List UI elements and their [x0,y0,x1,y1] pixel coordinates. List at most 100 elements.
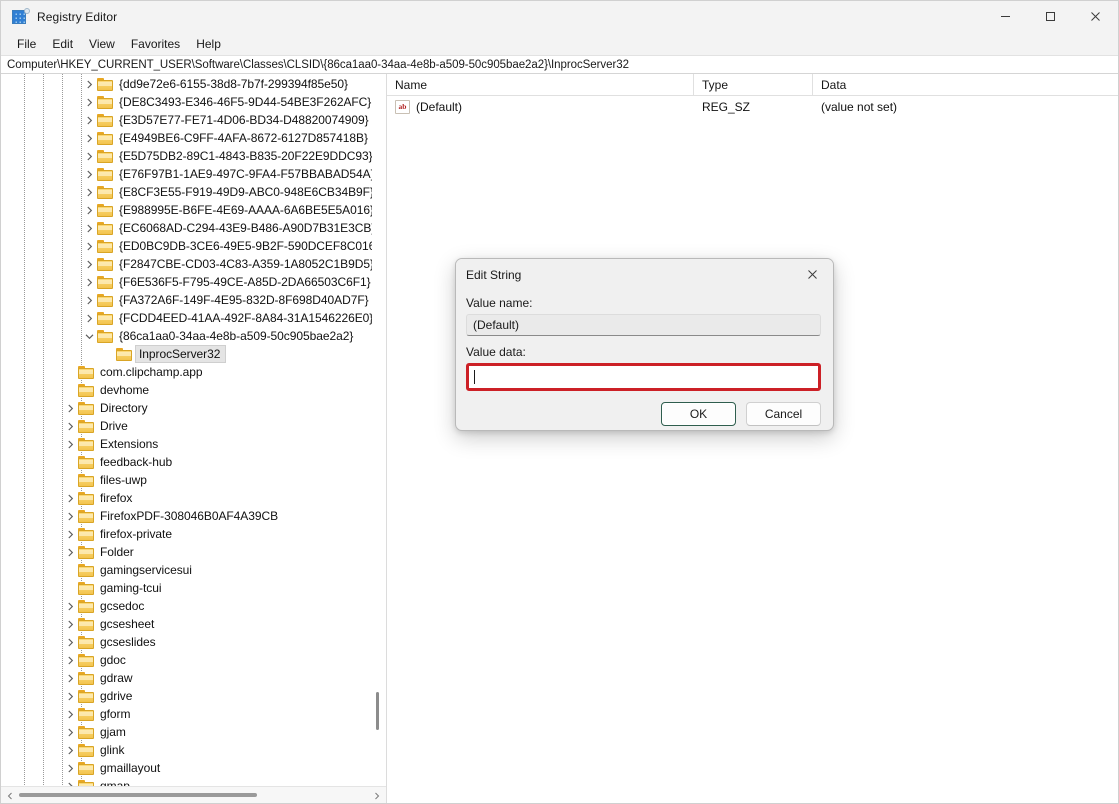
tree-item[interactable]: gamingservicesui [1,561,386,579]
tree-item[interactable]: gaming-tcui [1,579,386,597]
chevron-right-icon[interactable] [62,417,78,435]
tree-item-label: gform [100,707,131,721]
chevron-right-icon[interactable] [62,723,78,741]
folder-icon [116,347,133,361]
tree-item[interactable]: Extensions [1,435,386,453]
value-name-field[interactable]: (Default) [466,314,821,336]
dialog-close-button[interactable] [791,259,833,290]
maximize-button[interactable] [1028,1,1073,32]
chevron-right-icon[interactable] [62,399,78,417]
tree-item[interactable]: devhome [1,381,386,399]
column-header-name[interactable]: Name [387,74,694,95]
chevron-right-icon[interactable] [81,147,97,165]
chevron-right-icon[interactable] [62,543,78,561]
registry-editor-window: Registry Editor File Edit View Favorites… [0,0,1119,804]
tree-item[interactable]: {FA372A6F-149F-4E95-832D-8F698D40AD7F} [1,291,386,309]
close-button[interactable] [1073,1,1118,32]
menu-help[interactable]: Help [188,35,229,53]
tree-item[interactable]: {DE8C3493-E346-46F5-9D44-54BE3F262AFC} [1,93,386,111]
chevron-right-icon[interactable] [62,687,78,705]
tree-item-selected[interactable]: InprocServer32 [1,345,386,363]
tree-item[interactable]: gmap [1,777,386,786]
chevron-right-icon[interactable] [81,309,97,327]
tree-item[interactable]: gmaillayout [1,759,386,777]
chevron-right-icon[interactable] [81,237,97,255]
tree-horizontal-scrollbar[interactable] [1,786,386,803]
tree-item[interactable]: {FCDD4EED-41AA-492F-8A84-31A1546226E0} [1,309,386,327]
cancel-button[interactable]: Cancel [746,402,821,426]
chevron-right-icon[interactable] [81,273,97,291]
table-row[interactable]: ab (Default) REG_SZ (value not set) [387,96,1118,117]
menu-file[interactable]: File [9,35,44,53]
menu-view[interactable]: View [81,35,123,53]
chevron-right-icon[interactable] [62,435,78,453]
tree-item[interactable]: {E4949BE6-C9FF-4AFA-8672-6127D857418B} [1,129,386,147]
address-bar[interactable]: Computer\HKEY_CURRENT_USER\Software\Clas… [1,55,1118,74]
menu-edit[interactable]: Edit [44,35,81,53]
tree-item[interactable]: {86ca1aa0-34aa-4e8b-a509-50c905bae2a2} [1,327,386,345]
minimize-button[interactable] [983,1,1028,32]
tree-item[interactable]: gdraw [1,669,386,687]
column-header-type[interactable]: Type [694,74,813,95]
tree-item[interactable]: {F6E536F5-F795-49CE-A85D-2DA66503C6F1} [1,273,386,291]
tree-vertical-scrollbar[interactable] [372,74,384,786]
tree-item[interactable]: gcseslides [1,633,386,651]
chevron-right-icon[interactable] [62,525,78,543]
chevron-down-icon[interactable] [81,327,97,345]
tree-item[interactable]: {E5D75DB2-89C1-4843-B835-20F22E9DDC93} [1,147,386,165]
ok-button[interactable]: OK [661,402,736,426]
value-data-input[interactable] [469,366,818,388]
chevron-right-icon[interactable] [62,507,78,525]
tree-item[interactable]: {EC6068AD-C294-43E9-B486-A90D7B31E3CB} [1,219,386,237]
chevron-right-icon[interactable] [62,597,78,615]
folder-icon [78,383,95,397]
chevron-right-icon[interactable] [62,615,78,633]
chevron-right-icon[interactable] [62,633,78,651]
tree-item[interactable]: firefox [1,489,386,507]
tree-item[interactable]: {E3D57E77-FE71-4D06-BD34-D48820074909} [1,111,386,129]
tree-item[interactable]: gjam [1,723,386,741]
tree-item[interactable]: Drive [1,417,386,435]
tree-item[interactable]: Folder [1,543,386,561]
tree-item[interactable]: {F2847CBE-CD03-4C83-A359-1A8052C1B9D5} [1,255,386,273]
chevron-right-icon[interactable] [81,129,97,147]
chevron-right-icon[interactable] [81,111,97,129]
chevron-right-icon[interactable] [81,165,97,183]
tree-item[interactable]: firefox-private [1,525,386,543]
chevron-right-icon[interactable] [81,219,97,237]
tree-item[interactable]: {E76F97B1-1AE9-497C-9FA4-F57BBABAD54A} [1,165,386,183]
tree-item[interactable]: glink [1,741,386,759]
tree-item[interactable]: {dd9e72e6-6155-38d8-7b7f-299394f85e50} [1,75,386,93]
chevron-right-icon[interactable] [62,777,78,786]
tree-item[interactable]: {ED0BC9DB-3CE6-49E5-9B2F-590DCEF8C016} [1,237,386,255]
tree-item[interactable]: {E988995E-B6FE-4E69-AAAA-6A6BE5E5A016} [1,201,386,219]
chevron-right-icon[interactable] [62,705,78,723]
scroll-left-icon[interactable] [3,787,17,804]
chevron-right-icon[interactable] [62,741,78,759]
chevron-right-icon[interactable] [81,75,97,93]
tree-item[interactable]: {E8CF3E55-F919-49D9-ABC0-948E6CB34B9F} [1,183,386,201]
tree-item[interactable]: gdoc [1,651,386,669]
tree-item[interactable]: Directory [1,399,386,417]
tree-item[interactable]: com.clipchamp.app [1,363,386,381]
chevron-right-icon[interactable] [81,255,97,273]
column-header-data[interactable]: Data [813,74,1118,95]
tree-item[interactable]: gcsedoc [1,597,386,615]
tree-item[interactable]: FirefoxPDF-308046B0AF4A39CB [1,507,386,525]
chevron-right-icon[interactable] [62,651,78,669]
tree-item[interactable]: files-uwp [1,471,386,489]
menu-favorites[interactable]: Favorites [123,35,188,53]
chevron-right-icon[interactable] [81,291,97,309]
tree-item-label: devhome [100,383,150,397]
chevron-right-icon[interactable] [81,93,97,111]
chevron-right-icon[interactable] [62,759,78,777]
scroll-right-icon[interactable] [370,787,384,804]
tree-item[interactable]: gform [1,705,386,723]
tree-item[interactable]: gdrive [1,687,386,705]
chevron-right-icon[interactable] [62,489,78,507]
chevron-right-icon[interactable] [62,669,78,687]
tree-item[interactable]: feedback-hub [1,453,386,471]
tree-item[interactable]: gcsesheet [1,615,386,633]
chevron-right-icon[interactable] [81,183,97,201]
chevron-right-icon[interactable] [81,201,97,219]
